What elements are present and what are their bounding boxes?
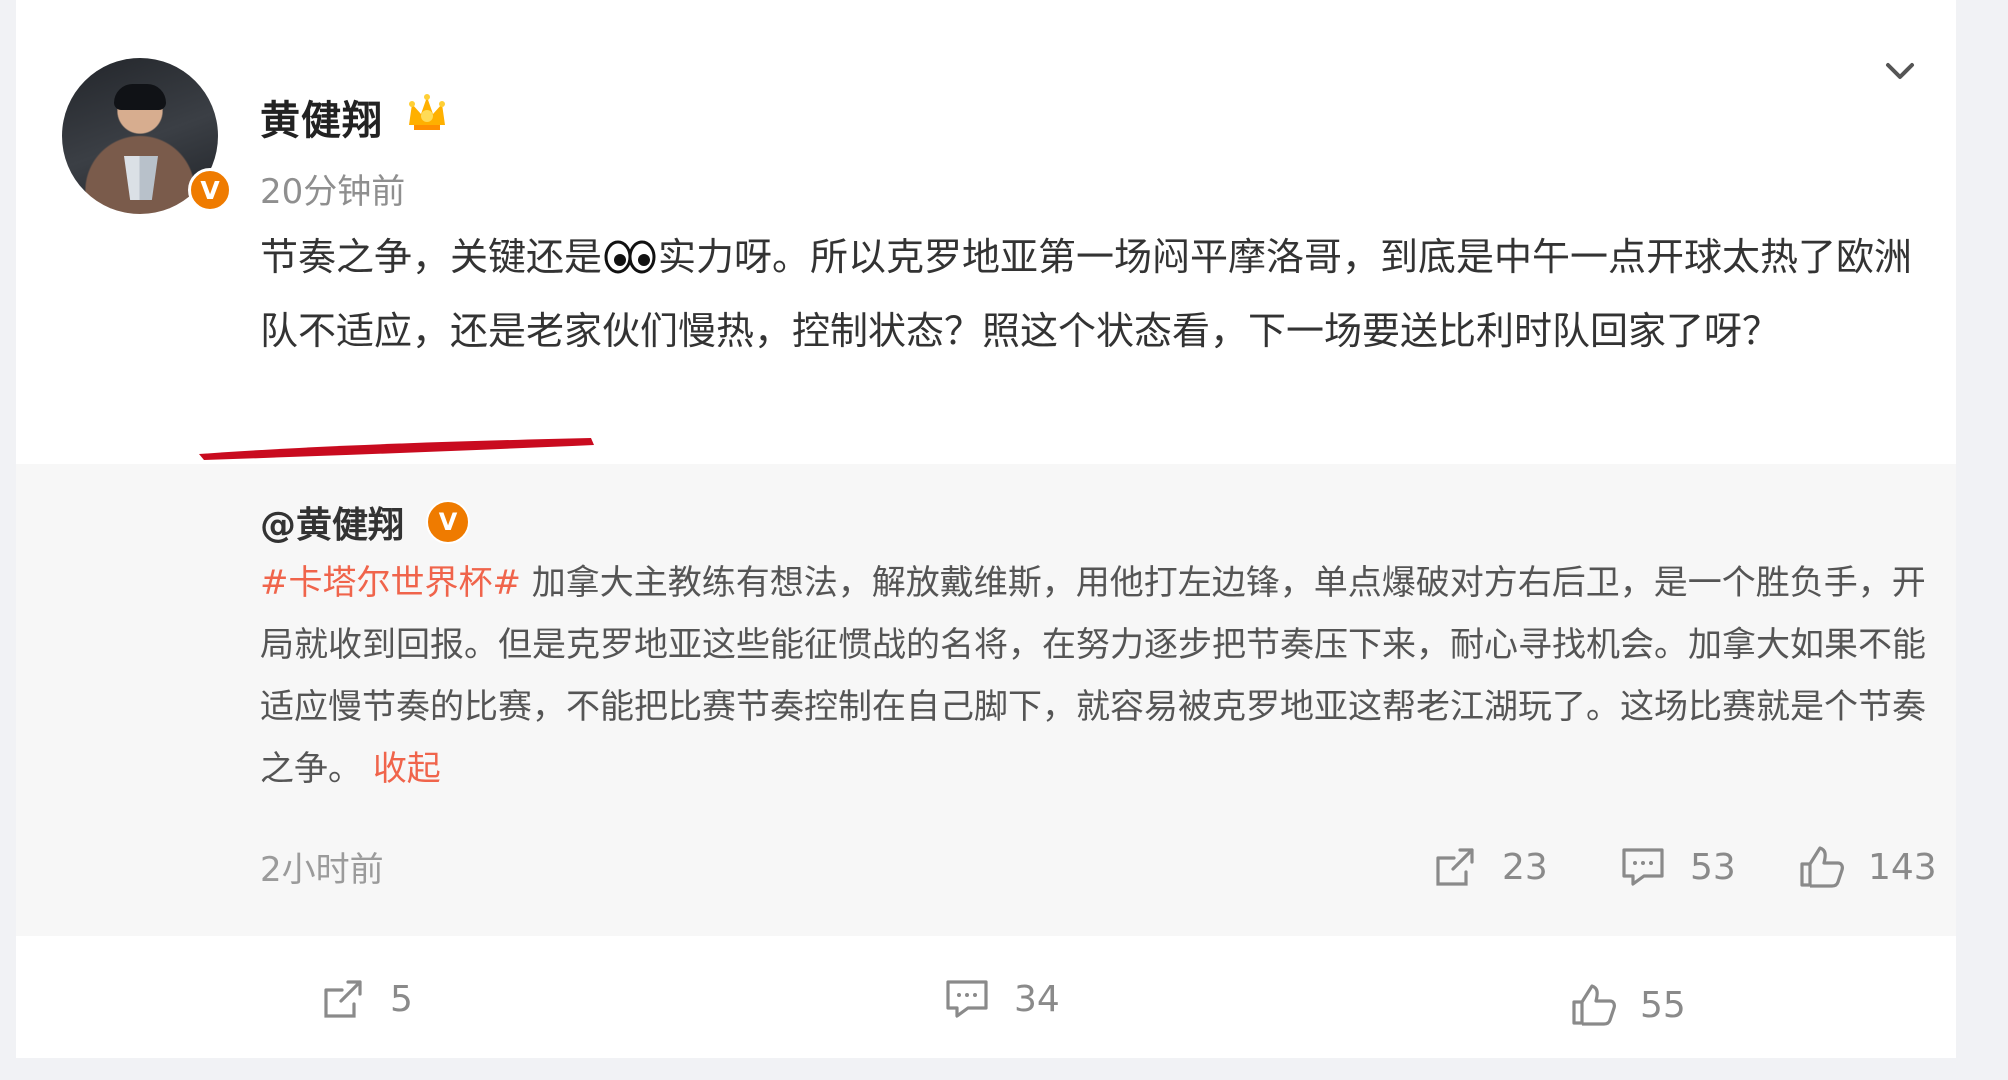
avatar-hair: [114, 84, 166, 110]
thumbs-up-icon: [1572, 984, 1616, 1026]
post-time: 20分钟前: [260, 172, 406, 212]
share-icon: [324, 980, 362, 1018]
quoted-text: #卡塔尔世界杯# 加拿大主教练有想法，解放戴维斯，用他打左边锋，单点爆破对方右后…: [260, 552, 1940, 800]
quoted-verified-badge: V: [426, 500, 470, 544]
share-icon: [1436, 848, 1474, 886]
like-count: 55: [1640, 984, 1686, 1026]
post-text-start: 节奏之争，关键还是: [260, 235, 603, 279]
quoted-like-count: 143: [1868, 846, 1937, 888]
quoted-repost-button[interactable]: 23: [1430, 842, 1548, 892]
repost-button[interactable]: 5: [318, 974, 413, 1024]
post-text: 节奏之争，关键还是 实力呀。所以克罗地亚第一场闷平摩洛哥，到底是中午一点开球太热…: [260, 220, 1940, 368]
thumbs-up-icon: [1800, 846, 1844, 888]
comment-icon: [946, 980, 988, 1018]
quoted-repost-count: 23: [1502, 846, 1548, 888]
like-button[interactable]: 55: [1568, 980, 1686, 1030]
quoted-comment-count: 53: [1690, 846, 1736, 888]
verified-badge: V: [188, 168, 232, 212]
author-name[interactable]: 黄健翔: [260, 88, 383, 146]
quoted-time: 2小时前: [260, 850, 384, 890]
quoted-comment-button[interactable]: 53: [1618, 842, 1736, 892]
repost-count: 5: [390, 978, 413, 1020]
red-underline: [199, 438, 594, 460]
comment-icon: [1622, 848, 1664, 886]
topic-link[interactable]: #卡塔尔世界杯#: [260, 563, 521, 603]
quoted-like-button[interactable]: 143: [1796, 842, 1937, 892]
chevron-down-icon[interactable]: [1880, 56, 1920, 86]
avatar-shirt: [124, 156, 158, 200]
crown-icon: [409, 94, 445, 130]
comment-count: 34: [1014, 978, 1060, 1020]
comment-button[interactable]: 34: [942, 974, 1060, 1024]
collapse-link[interactable]: 收起: [373, 749, 441, 789]
eyes-emoji-icon: [604, 240, 656, 274]
quoted-author[interactable]: @黄健翔: [260, 496, 404, 548]
